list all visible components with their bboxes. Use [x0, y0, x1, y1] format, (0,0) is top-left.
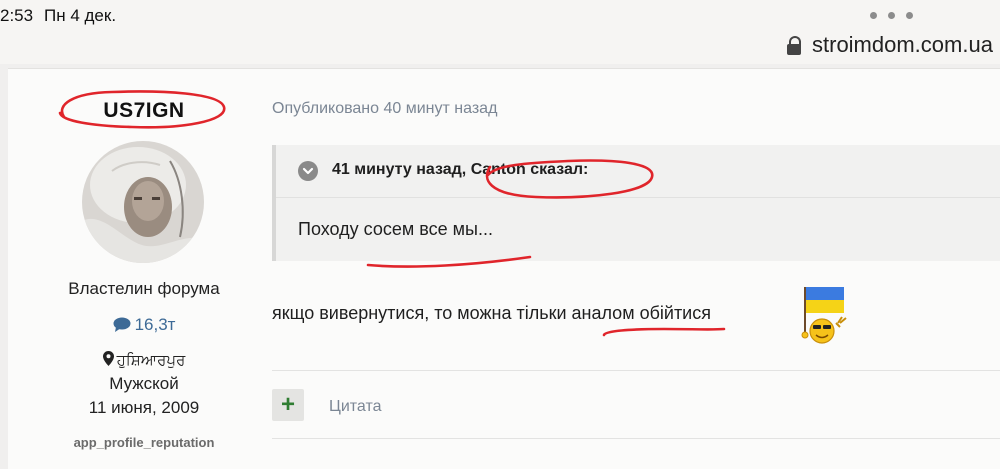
quote-header[interactable]: 41 минуту назад, Canton сказал:: [276, 145, 1000, 198]
more-dots-icon[interactable]: [868, 4, 932, 24]
author-post-count[interactable]: 16,3т: [8, 315, 280, 335]
post-divider-bottom: [272, 438, 1000, 439]
author-title: Властелин форума: [68, 279, 220, 298]
post-divider: [272, 370, 1000, 371]
author-joined-date: 11 июня, 2009: [88, 398, 200, 417]
author-panel: US7IGN Властелин форума 16,3т ਹੁਸ਼ਿਆਰਪੁਰ…: [8, 69, 280, 469]
author-reputation-label: app_profile_reputation: [73, 435, 215, 450]
handdrawn-underline-text: [602, 327, 726, 337]
author-gender: Мужской: [109, 374, 179, 393]
forum-post: US7IGN Властелин форума 16,3т ਹੁਸ਼ਿਆਰਪੁਰ…: [8, 68, 1000, 469]
status-date: Пн 4 дек.: [44, 6, 117, 25]
reaction-plus-button[interactable]: +: [272, 389, 304, 421]
chat-bubble-icon: [113, 317, 131, 332]
chevron-down-icon[interactable]: [298, 161, 318, 181]
post-published-time[interactable]: Опубликовано 40 минут назад: [272, 100, 497, 118]
status-time: 2:53: [0, 6, 34, 25]
author-avatar[interactable]: [82, 141, 204, 263]
url-text: stroimdom.com.ua: [812, 32, 993, 57]
quote-header-text: 41 минуту назад, Canton сказал:: [332, 161, 589, 178]
quote-block: 41 минуту назад, Canton сказал: Походу с…: [272, 145, 1000, 261]
location-pin-icon: [102, 351, 114, 366]
post-content: Опубликовано 40 минут назад 41 минуту на…: [272, 69, 1000, 469]
ukraine-flag-smiley-icon: [801, 287, 847, 344]
author-username[interactable]: US7IGN: [8, 99, 280, 123]
author-location: ਹੁਸ਼ਿਆਰਪੁਰ: [8, 351, 280, 369]
browser-status-bar: 2:53 Пн 4 дек. stroimdom.com.ua: [0, 0, 1000, 64]
post-count-value: 16,3т: [134, 315, 176, 334]
location-text: ਹੁਸ਼ਿਆਰਪੁਰ: [116, 352, 186, 369]
quote-body-text: Походу сосем все мы...: [298, 219, 493, 239]
quote-button[interactable]: Цитата: [329, 398, 382, 416]
lock-icon: [786, 36, 802, 56]
post-body-text: якщо вивернутися, то можна тільки аналом…: [272, 303, 711, 323]
